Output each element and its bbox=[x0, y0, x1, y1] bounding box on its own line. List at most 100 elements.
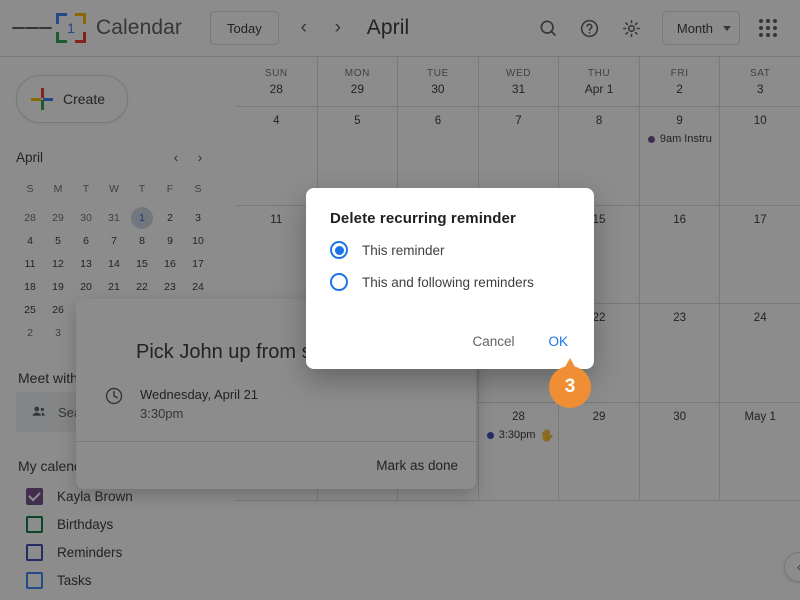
mark-as-done-button[interactable]: Mark as done bbox=[376, 458, 458, 473]
mini-calendar-day[interactable]: 25 bbox=[16, 298, 44, 321]
calendar-day-number[interactable]: 16 bbox=[640, 210, 720, 230]
help-icon[interactable] bbox=[570, 8, 610, 48]
mini-calendar-day[interactable]: 7 bbox=[100, 229, 128, 252]
calendar-day-number[interactable]: 30 bbox=[640, 407, 720, 427]
mini-calendar-day[interactable]: 13 bbox=[72, 252, 100, 275]
mini-calendar-day[interactable]: 24 bbox=[184, 275, 212, 298]
mini-calendar-day[interactable]: 2 bbox=[156, 206, 184, 229]
mini-calendar-day[interactable]: 2 bbox=[16, 321, 44, 344]
calendar-day-cell[interactable]: 23 bbox=[638, 304, 720, 403]
mini-calendar-day[interactable]: 17 bbox=[184, 252, 212, 275]
calendar-day-cell[interactable]: 17 bbox=[719, 205, 800, 305]
calendar-day-number[interactable]: 10 bbox=[720, 111, 800, 131]
calendar-day-header[interactable]: SAT 3 bbox=[719, 57, 800, 107]
apps-grid-icon[interactable] bbox=[748, 8, 788, 48]
calendar-day-number[interactable]: 9 bbox=[640, 111, 720, 131]
radio-button[interactable] bbox=[330, 241, 348, 259]
calendar-day-header[interactable]: MON 29 bbox=[316, 57, 398, 107]
mini-calendar-day[interactable]: 3 bbox=[44, 321, 72, 344]
next-period-button[interactable]: › bbox=[321, 11, 355, 45]
collapse-panel-button[interactable]: ‹ bbox=[784, 552, 800, 582]
cancel-button[interactable]: Cancel bbox=[462, 326, 524, 357]
gear-icon[interactable] bbox=[612, 8, 652, 48]
calendar-day-header[interactable]: SUN 28 bbox=[236, 57, 317, 107]
calendar-day-cell[interactable]: 4 bbox=[236, 107, 317, 206]
calendar-day-number[interactable]: 23 bbox=[640, 308, 720, 328]
mini-calendar-day[interactable]: 28 bbox=[16, 206, 44, 229]
mini-calendar-day[interactable]: 1 bbox=[128, 206, 156, 229]
calendar-checkbox[interactable] bbox=[26, 543, 43, 561]
radio-button[interactable] bbox=[330, 273, 348, 291]
calendar-day-header[interactable]: TUE 30 bbox=[397, 57, 478, 107]
mini-calendar-day[interactable]: 26 bbox=[44, 298, 72, 321]
calendar-list-item[interactable]: Birthdays bbox=[0, 510, 236, 538]
view-selector[interactable]: Month bbox=[661, 11, 740, 45]
mini-calendar-day[interactable]: 8 bbox=[128, 229, 156, 252]
mini-calendar-day[interactable]: 30 bbox=[72, 206, 100, 229]
mini-calendar-day[interactable]: 31 bbox=[100, 206, 128, 229]
mini-calendar-day[interactable]: 15 bbox=[128, 252, 156, 275]
calendar-day-number[interactable]: 6 bbox=[398, 111, 478, 131]
day-header-weekday: THU bbox=[587, 67, 611, 79]
mini-calendar-dow: S bbox=[194, 182, 202, 195]
search-icon[interactable] bbox=[528, 8, 568, 48]
dialog-radio-option[interactable]: This and following reminders bbox=[306, 273, 594, 291]
mini-calendar-day[interactable]: 12 bbox=[44, 252, 72, 275]
calendar-day-number[interactable]: 11 bbox=[236, 210, 317, 230]
calendar-day-header[interactable]: THU Apr 1 bbox=[558, 57, 639, 107]
mini-calendar-day[interactable]: 22 bbox=[128, 275, 156, 298]
calendar-day-number[interactable]: 17 bbox=[720, 210, 800, 230]
mini-calendar-day[interactable]: 19 bbox=[44, 275, 72, 298]
calendar-checkbox[interactable] bbox=[26, 487, 43, 505]
mini-calendar-day[interactable]: 9 bbox=[156, 229, 184, 252]
chevron-down-icon bbox=[723, 25, 731, 31]
create-button[interactable]: Create bbox=[16, 75, 128, 123]
calendar-day-header[interactable]: WED 31 bbox=[477, 57, 559, 107]
calendar-day-header[interactable]: FRI 2 bbox=[638, 57, 720, 107]
mini-calendar-next-button[interactable]: › bbox=[188, 145, 212, 169]
calendar-day-number[interactable]: 4 bbox=[236, 111, 317, 131]
day-header-weekday: SAT bbox=[749, 67, 771, 79]
mini-calendar-day[interactable]: 10 bbox=[184, 229, 212, 252]
calendar-day-number[interactable]: 5 bbox=[318, 111, 398, 131]
mini-calendar-day[interactable]: 5 bbox=[44, 229, 72, 252]
calendar-day-cell[interactable]: 28 3:30pm 🖐 bbox=[477, 402, 559, 502]
calendar-day-cell[interactable]: 29 bbox=[558, 402, 639, 502]
calendar-list-item[interactable]: Tasks bbox=[0, 566, 236, 594]
calendar-day-cell[interactable]: 10 bbox=[719, 107, 800, 206]
calendar-day-number[interactable]: May 1 bbox=[720, 407, 800, 427]
calendar-event-chip[interactable]: 9am Instru bbox=[640, 133, 720, 145]
calendar-day-cell[interactable]: 9 9am Instru bbox=[638, 107, 720, 206]
calendar-day-cell[interactable]: 16 bbox=[638, 205, 720, 305]
calendar-checkbox[interactable] bbox=[26, 515, 43, 533]
calendar-day-number[interactable]: 8 bbox=[559, 111, 639, 131]
mini-calendar-day[interactable]: 11 bbox=[16, 252, 44, 275]
calendar-day-cell[interactable]: 11 bbox=[236, 206, 317, 305]
dialog-radio-option[interactable]: This reminder bbox=[306, 241, 594, 259]
mini-calendar-day[interactable]: 4 bbox=[16, 229, 44, 252]
mini-calendar-day[interactable]: 29 bbox=[44, 206, 72, 229]
calendar-list-item[interactable]: Reminders bbox=[0, 538, 236, 566]
mini-calendar-day[interactable]: 20 bbox=[72, 275, 100, 298]
mini-calendar-day[interactable]: 3 bbox=[184, 206, 212, 229]
calendar-day-number[interactable]: 7 bbox=[479, 111, 559, 131]
calendar-day-number[interactable]: 24 bbox=[720, 308, 800, 328]
calendar-day-cell[interactable]: 30 bbox=[638, 402, 720, 502]
mini-calendar-day[interactable]: 16 bbox=[156, 252, 184, 275]
calendar-checkbox[interactable] bbox=[26, 571, 43, 589]
calendar-day-number[interactable]: 28 bbox=[479, 407, 559, 427]
mini-calendar-day[interactable]: 14 bbox=[100, 252, 128, 275]
hamburger-menu-icon[interactable] bbox=[12, 8, 52, 48]
calendar-event-chip[interactable]: 3:30pm 🖐 bbox=[479, 429, 559, 442]
previous-period-button[interactable]: ‹ bbox=[287, 11, 321, 45]
mini-calendar-day[interactable]: 18 bbox=[16, 275, 44, 298]
mini-calendar-day[interactable]: 21 bbox=[100, 275, 128, 298]
today-button[interactable]: Today bbox=[210, 11, 279, 45]
calendar-day-cell[interactable]: May 1 bbox=[719, 402, 800, 502]
ok-button[interactable]: OK bbox=[538, 326, 578, 357]
mini-calendar-prev-button[interactable]: ‹ bbox=[164, 145, 188, 169]
mini-calendar-day[interactable]: 23 bbox=[156, 275, 184, 298]
event-color-dot bbox=[486, 431, 494, 439]
calendar-day-cell[interactable]: 24 bbox=[719, 304, 800, 403]
mini-calendar-day[interactable]: 6 bbox=[72, 229, 100, 252]
